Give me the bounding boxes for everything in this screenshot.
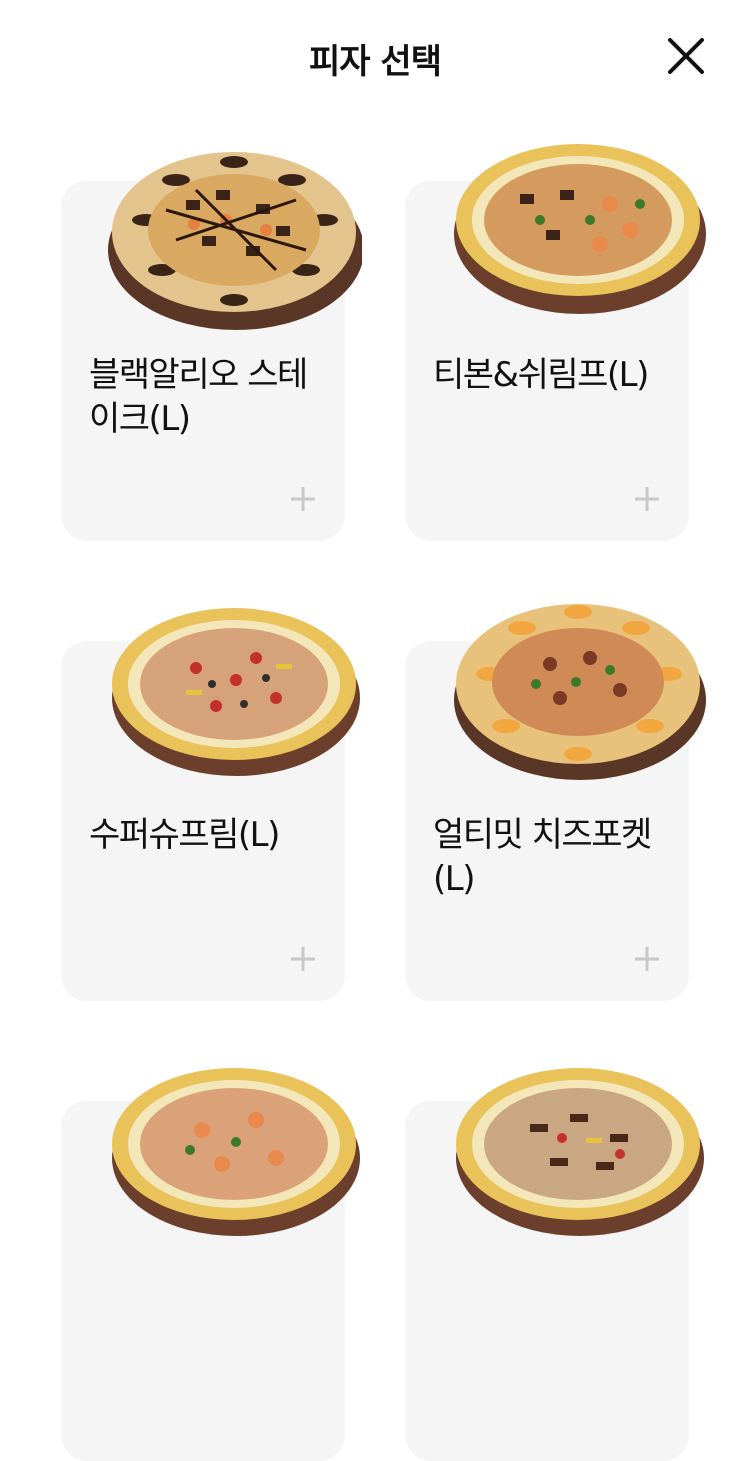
pizza-tbone-shrimp-image: [450, 134, 706, 330]
pizza-super-supreme-image: [106, 594, 362, 790]
plus-icon[interactable]: [633, 485, 661, 513]
pizza-name: 블랙알리오 스테이크(L): [89, 355, 308, 439]
pizza-name: 티본&쉬림프(L): [433, 355, 649, 395]
pizza-ultimate-cheese-pocket-image: [450, 594, 706, 790]
plus-icon[interactable]: [289, 485, 317, 513]
pizza-bulgogi-image: [450, 1054, 706, 1250]
pizza-name: 얼티밋 치즈포켓(L): [433, 815, 652, 899]
plus-icon[interactable]: [289, 945, 317, 973]
pizza-shrimp-image: [106, 1054, 362, 1250]
pizza-black-alio-steak-image: [106, 140, 362, 336]
pizza-grid: 블랙알리오 스테이크(L) 티본&쉬림프(L) 수퍼슈프림(L) 얼티밋 치즈포…: [0, 0, 750, 1461]
plus-icon[interactable]: [633, 945, 661, 973]
pizza-name: 수퍼슈프림(L): [89, 815, 280, 855]
